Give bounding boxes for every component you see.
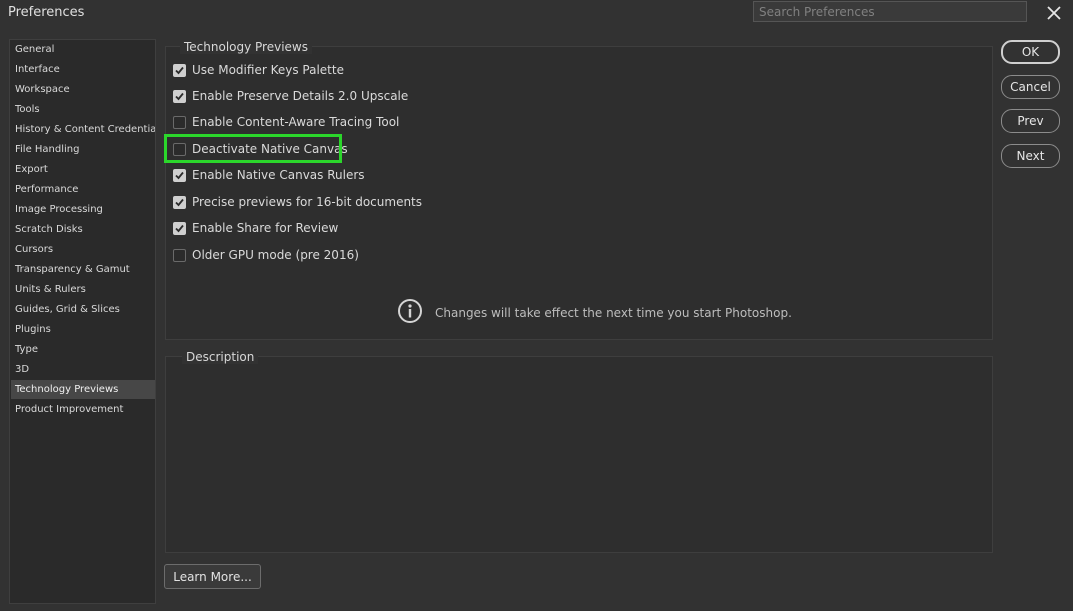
notice-text: Changes will take effect the next time y… [435, 306, 792, 320]
sidebar-item-file-handling[interactable]: File Handling [11, 140, 155, 159]
sidebar: General Interface Workspace Tools Histor… [9, 39, 156, 604]
checkbox[interactable] [173, 248, 186, 262]
title-bar: Preferences [0, 0, 1073, 26]
option-share-for-review[interactable]: Enable Share for Review [173, 219, 338, 237]
checkbox[interactable] [173, 221, 186, 235]
sidebar-item-plugins[interactable]: Plugins [11, 320, 155, 339]
next-button[interactable]: Next [1001, 144, 1060, 168]
window-title: Preferences [8, 5, 85, 20]
ok-button[interactable]: OK [1001, 40, 1060, 64]
close-icon[interactable] [1044, 3, 1064, 23]
cancel-button[interactable]: Cancel [1001, 75, 1060, 99]
sidebar-item-interface[interactable]: Interface [11, 60, 155, 79]
technology-previews-title: Technology Previews [180, 40, 312, 54]
option-label: Use Modifier Keys Palette [192, 63, 344, 77]
checkbox[interactable] [173, 89, 186, 103]
option-modifier-keys-palette[interactable]: Use Modifier Keys Palette [173, 61, 344, 79]
sidebar-item-transparency[interactable]: Transparency & Gamut [11, 260, 155, 279]
option-content-aware-tracing[interactable]: Enable Content-Aware Tracing Tool [173, 113, 399, 131]
option-label: Enable Preserve Details 2.0 Upscale [192, 89, 409, 103]
description-title: Description [182, 350, 259, 364]
sidebar-item-tools[interactable]: Tools [11, 100, 155, 119]
sidebar-item-performance[interactable]: Performance [11, 180, 155, 199]
sidebar-item-cursors[interactable]: Cursors [11, 240, 155, 259]
option-precise-previews-16bit[interactable]: Precise previews for 16-bit documents [173, 193, 422, 211]
option-native-canvas-rulers[interactable]: Enable Native Canvas Rulers [173, 166, 365, 184]
sidebar-item-units-rulers[interactable]: Units & Rulers [11, 280, 155, 299]
sidebar-item-technology-previews[interactable]: Technology Previews [11, 380, 155, 399]
sidebar-item-type[interactable]: Type [11, 340, 155, 359]
search-input[interactable] [753, 1, 1027, 22]
sidebar-item-export[interactable]: Export [11, 160, 155, 179]
checkbox[interactable] [173, 115, 186, 129]
sidebar-item-guides[interactable]: Guides, Grid & Slices [11, 300, 155, 319]
restart-notice: Changes will take effect the next time y… [397, 298, 792, 328]
option-label: Enable Native Canvas Rulers [192, 168, 365, 182]
sidebar-item-scratch-disks[interactable]: Scratch Disks [11, 220, 155, 239]
highlight-box [164, 134, 342, 163]
option-label: Precise previews for 16-bit documents [192, 195, 423, 209]
checkbox[interactable] [173, 195, 186, 209]
option-label: Enable Content-Aware Tracing Tool [192, 115, 400, 129]
option-older-gpu-mode[interactable]: Older GPU mode (pre 2016) [173, 246, 359, 264]
checkbox[interactable] [173, 63, 186, 77]
sidebar-item-image-processing[interactable]: Image Processing [11, 200, 155, 219]
prev-button[interactable]: Prev [1001, 109, 1060, 133]
option-preserve-details-upscale[interactable]: Enable Preserve Details 2.0 Upscale [173, 87, 408, 105]
sidebar-item-3d[interactable]: 3D [11, 360, 155, 379]
option-label: Older GPU mode (pre 2016) [192, 248, 359, 262]
learn-more-button[interactable]: Learn More... [164, 564, 261, 589]
checkbox[interactable] [173, 168, 186, 182]
sidebar-item-product-improvement[interactable]: Product Improvement [11, 400, 155, 419]
sidebar-item-workspace[interactable]: Workspace [11, 80, 155, 99]
sidebar-item-general[interactable]: General [11, 40, 155, 59]
info-icon [397, 298, 423, 328]
option-label: Enable Share for Review [192, 221, 339, 235]
description-panel [165, 356, 993, 553]
sidebar-item-history[interactable]: History & Content Credentials [11, 120, 155, 139]
